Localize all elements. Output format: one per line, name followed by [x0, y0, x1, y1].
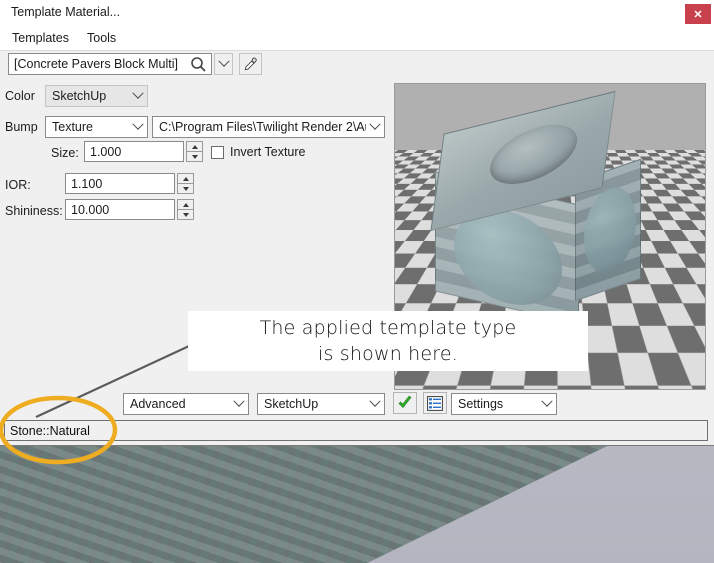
chevron-down-icon: [366, 118, 384, 131]
mode-select[interactable]: Advanced: [123, 393, 249, 415]
dialog-titlebar: Template Material... ✕: [0, 0, 714, 27]
chevron-down-icon: [129, 87, 147, 100]
green-checkmark-icon: [398, 395, 412, 409]
annotation-callout-box: The applied template type is shown here.: [188, 311, 588, 371]
size-value: 1.000: [90, 144, 122, 159]
bump-label: Bump: [5, 120, 38, 134]
eyedropper-button[interactable]: [239, 53, 262, 75]
properties-button[interactable]: [423, 392, 447, 414]
bump-texture-path-select[interactable]: C:\Program Files\Twilight Render 2\Auto: [152, 116, 385, 138]
shininess-stepper-up[interactable]: [177, 199, 194, 210]
dialog-title: Template Material...: [11, 5, 121, 19]
bump-type-value: Texture: [52, 120, 93, 134]
invert-texture-label: Invert Texture: [230, 145, 306, 159]
status-bar: Stone::Natural: [4, 420, 708, 441]
properties-list-icon: [427, 395, 443, 411]
template-material-dialog: Template Material... ✕ Templates Tools […: [0, 0, 714, 446]
apply-button[interactable]: [393, 392, 417, 414]
shininess-value: 10.000: [71, 202, 110, 217]
style-select[interactable]: SketchUp: [257, 393, 385, 415]
ior-label: IOR:: [5, 178, 31, 192]
material-search-value: [Concrete Pavers Block Multi]: [14, 57, 178, 71]
ior-input[interactable]: 1.100: [65, 173, 175, 194]
material-search-field[interactable]: [Concrete Pavers Block Multi]: [8, 53, 212, 75]
mode-select-value: Advanced: [130, 397, 186, 411]
material-list-dropdown-button[interactable]: [214, 53, 233, 75]
settings-select[interactable]: Settings: [451, 393, 557, 415]
chevron-down-icon: [538, 395, 556, 408]
ior-stepper[interactable]: [177, 173, 194, 194]
preview-model-top-dish: [484, 116, 583, 193]
menu-item-tools[interactable]: Tools: [82, 30, 121, 46]
chevron-down-icon: [217, 55, 230, 67]
bump-texture-path-value: C:\Program Files\Twilight Render 2\Auto: [159, 120, 366, 134]
eyedropper-icon: [244, 57, 257, 70]
chevron-down-icon: [366, 395, 384, 408]
size-input[interactable]: 1.000: [84, 141, 184, 162]
screenshot-root: Template Material... ✕ Templates Tools […: [0, 0, 714, 563]
shininess-input[interactable]: 10.000: [65, 199, 175, 220]
preview-model: [430, 90, 657, 325]
material-search-row: [Concrete Pavers Block Multi]: [0, 51, 714, 79]
size-label: Size:: [51, 146, 79, 160]
annotation-line-2: is shown here.: [317, 343, 459, 365]
menubar: Templates Tools: [0, 27, 714, 51]
shininess-stepper[interactable]: [177, 199, 194, 220]
ior-stepper-up[interactable]: [177, 173, 194, 184]
settings-select-value: Settings: [458, 397, 504, 411]
chevron-down-icon: [230, 395, 248, 408]
ior-stepper-down[interactable]: [177, 184, 194, 194]
shininess-stepper-down[interactable]: [177, 210, 194, 220]
shininess-label: Shininess:: [5, 204, 63, 218]
ior-value: 1.100: [71, 176, 103, 191]
size-stepper-down[interactable]: [186, 152, 203, 162]
invert-texture-checkbox-row[interactable]: Invert Texture: [211, 145, 306, 159]
preview-model-sphere-side: [584, 179, 636, 282]
color-select-value: SketchUp: [52, 89, 107, 103]
dialog-bottom-toolbar: Advanced SketchUp Settings: [0, 392, 714, 418]
chevron-down-icon: [129, 118, 147, 131]
close-button[interactable]: ✕: [685, 4, 711, 24]
annotation-line-1: The applied template type: [259, 317, 517, 339]
search-icon: [191, 57, 206, 72]
status-bar-text: Stone::Natural: [10, 423, 90, 438]
color-select[interactable]: SketchUp: [45, 85, 148, 107]
invert-texture-checkbox[interactable]: [211, 145, 224, 159]
size-stepper-up[interactable]: [186, 141, 203, 152]
bump-type-select[interactable]: Texture: [45, 116, 148, 138]
size-stepper[interactable]: [186, 141, 203, 162]
menu-item-templates[interactable]: Templates: [7, 30, 74, 46]
color-label: Color: [5, 89, 35, 103]
style-select-value: SketchUp: [264, 397, 319, 411]
